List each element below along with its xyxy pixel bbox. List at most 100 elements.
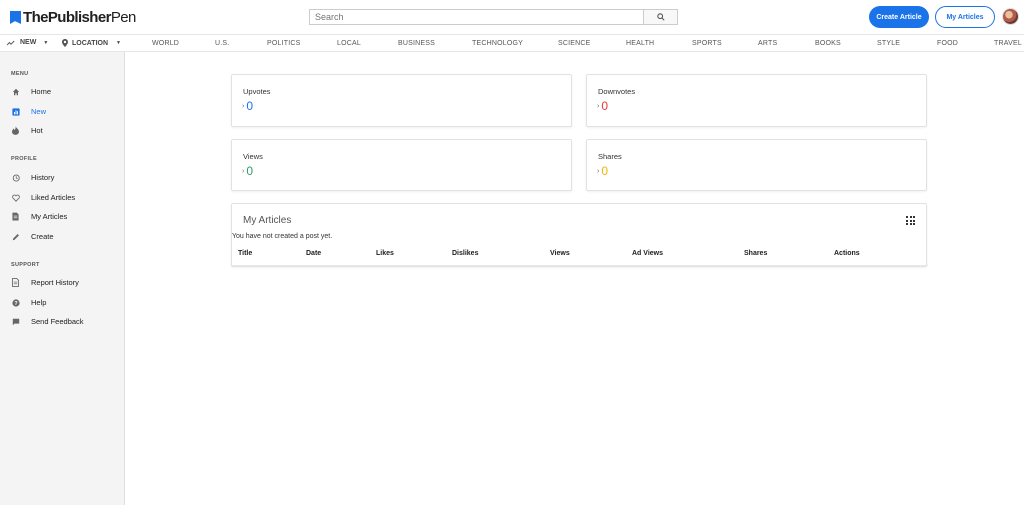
nav-category-style[interactable]: STYLE [877,40,900,47]
sidebar-item-help[interactable]: ? Help [11,298,46,307]
report-icon [11,278,20,287]
new-icon [11,107,20,116]
sidebar-section-menu: MENU [11,71,29,77]
sidebar-item-label: Send Feedback [31,317,84,326]
nav-category-technology[interactable]: TECHNOLOGY [472,40,523,47]
search-icon [656,13,665,21]
new-dropdown-label: NEW [20,39,37,46]
shares-value-row: › 0 [597,164,608,178]
help-icon: ? [11,298,20,307]
nav-category-science[interactable]: SCIENCE [558,40,591,47]
avatar[interactable] [1002,8,1019,25]
column-header-date[interactable]: Date [306,250,321,257]
upvotes-value-row: › 0 [242,99,253,113]
column-header-shares[interactable]: Shares [744,250,767,257]
chevron-right-icon: › [242,102,245,110]
downvotes-value: 0 [601,99,609,113]
top-header: ThePublisherPen Create Article My Articl… [0,0,1024,34]
location-pin-icon [62,39,68,47]
table-header-divider [232,265,928,266]
sidebar-item-create[interactable]: Create [11,232,54,241]
sidebar: MENU Home New Hot PROFILE History Liked … [0,52,125,505]
column-header-ad-views[interactable]: Ad Views [632,250,663,257]
sidebar-item-label: Create [31,232,54,241]
grid-view-icon[interactable] [906,216,915,225]
nav-category-travel[interactable]: TRAVEL [994,40,1022,47]
sidebar-item-home[interactable]: Home [11,87,51,96]
views-value: 0 [246,164,254,178]
column-header-likes[interactable]: Likes [376,250,394,257]
location-dropdown[interactable]: LOCATION ▼ [62,39,121,47]
column-header-actions[interactable]: Actions [834,250,860,257]
sidebar-section-profile: PROFILE [11,156,37,162]
sidebar-item-new[interactable]: New [11,107,46,116]
shares-value: 0 [601,164,609,178]
logo-text: ThePublisherPen [23,9,136,26]
my-articles-button[interactable]: My Articles [935,6,995,28]
sidebar-item-label: History [31,173,55,182]
my-articles-title: My Articles [243,215,292,226]
sidebar-item-send-feedback[interactable]: Send Feedback [11,317,84,326]
sidebar-item-history[interactable]: History [11,173,54,182]
upvotes-value: 0 [246,99,254,113]
downvotes-card: Downvotes › 0 [586,74,927,127]
upvotes-card: Upvotes › 0 [231,74,572,127]
empty-message: You have not created a post yet. [232,233,333,240]
create-article-button[interactable]: Create Article [869,6,929,28]
chevron-right-icon: › [242,167,245,175]
chevron-right-icon: › [597,167,600,175]
history-icon [11,173,20,182]
nav-category-world[interactable]: WORLD [152,40,179,47]
sidebar-item-label: My Articles [31,212,68,221]
chevron-down-icon: ▼ [116,40,121,46]
column-header-title[interactable]: Title [238,250,252,257]
nav-category-business[interactable]: BUSINESS [398,40,435,47]
sidebar-item-hot[interactable]: Hot [11,126,43,135]
views-value-row: › 0 [242,164,253,178]
sidebar-item-label: New [31,107,47,116]
fire-icon [11,126,20,135]
column-header-views[interactable]: Views [550,250,570,257]
svg-text:?: ? [14,301,18,307]
category-navbar: NEW ▼ LOCATION ▼ WORLD U.S. POLITICS LOC… [0,34,1024,52]
pencil-icon [11,232,20,241]
sidebar-item-label: Report History [31,278,79,287]
sidebar-item-label: Home [31,87,52,96]
feedback-icon [11,317,20,326]
nav-category-us[interactable]: U.S. [215,40,229,47]
trending-icon [7,40,15,45]
sidebar-item-label: Hot [31,126,43,135]
nav-category-sports[interactable]: SPORTS [692,40,722,47]
sidebar-section-support: SUPPORT [11,262,40,268]
search-input[interactable] [309,9,644,25]
upvotes-label: Upvotes [243,87,271,96]
sidebar-item-label: Help [31,298,47,307]
nav-category-health[interactable]: HEALTH [626,40,654,47]
nav-category-food[interactable]: FOOD [937,40,958,47]
location-dropdown-label: LOCATION [72,39,109,47]
new-dropdown[interactable]: NEW ▼ [7,39,48,46]
sidebar-item-label: Liked Articles [31,193,76,202]
views-card: Views › 0 [231,139,572,191]
column-header-dislikes[interactable]: Dislikes [452,250,478,257]
sidebar-item-report-history[interactable]: Report History [11,278,79,287]
nav-category-politics[interactable]: POLITICS [267,40,301,47]
downvotes-value-row: › 0 [597,99,608,113]
document-icon [11,212,20,221]
home-icon [11,87,20,96]
site-logo[interactable]: ThePublisherPen [10,9,136,26]
sidebar-item-liked-articles[interactable]: Liked Articles [11,193,75,202]
sidebar-item-my-articles[interactable]: My Articles [11,212,67,221]
my-articles-panel: My Articles You have not created a post … [231,203,928,267]
shares-label: Shares [598,152,622,161]
bookmark-logo-icon [10,11,21,24]
chevron-right-icon: › [597,102,600,110]
shares-card: Shares › 0 [586,139,927,191]
nav-category-books[interactable]: BOOKS [815,40,841,47]
search-button[interactable] [643,9,678,25]
heart-icon [11,193,20,202]
views-label: Views [243,152,263,161]
nav-category-arts[interactable]: ARTS [758,40,777,47]
downvotes-label: Downvotes [598,87,636,96]
nav-category-local[interactable]: LOCAL [337,40,361,47]
